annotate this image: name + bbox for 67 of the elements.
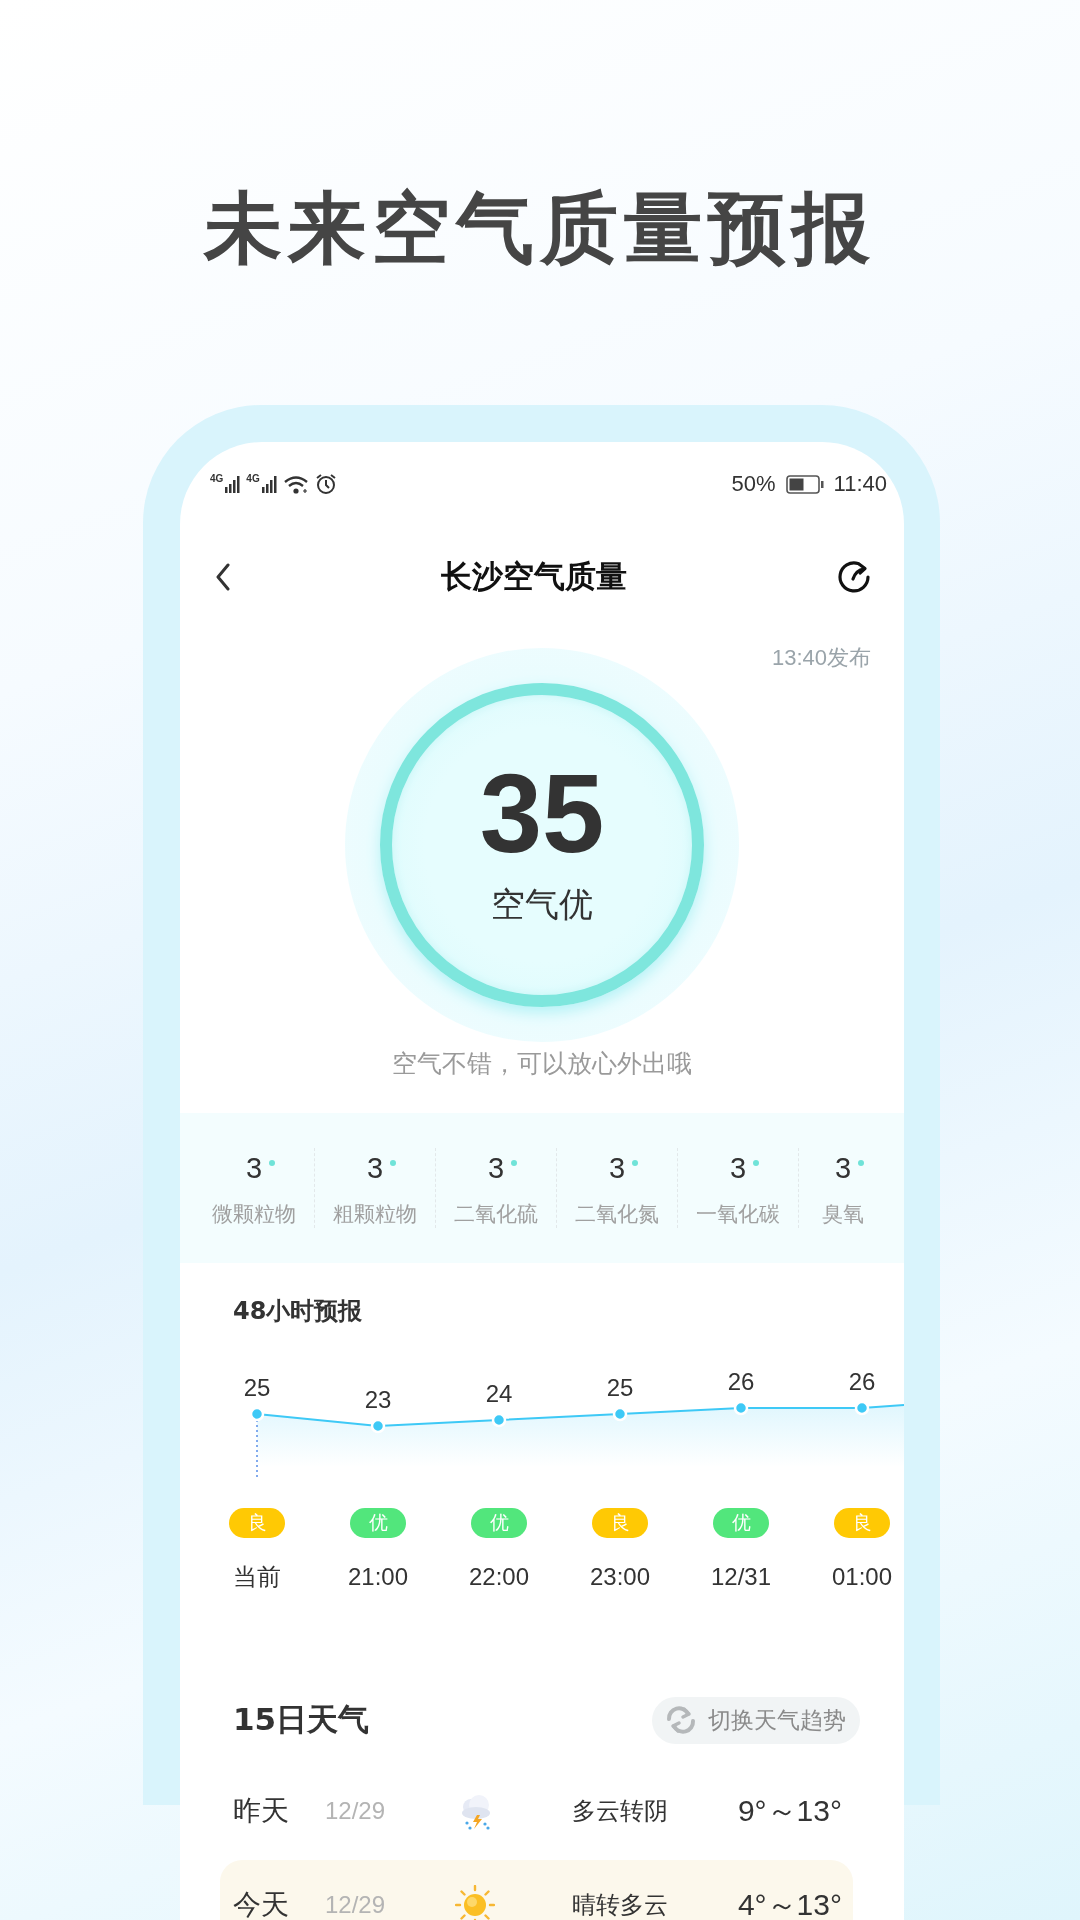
status-time: 11:40 xyxy=(833,471,887,497)
sun-icon xyxy=(455,1885,495,1920)
aqi-value: 35 xyxy=(479,754,605,874)
selected-day-row[interactable]: 今天 12/29 晴转多云 4°～13° xyxy=(220,1860,853,1920)
day-row[interactable]: 昨天 12/29 多云转阴 9°～13° xyxy=(220,1766,853,1856)
advice-text: 空气不错，可以放心外出哦 xyxy=(392,1048,692,1080)
battery-percentage: 50% xyxy=(731,471,776,497)
pollutant-name: 二氧化硫 xyxy=(454,1201,538,1228)
aqi-level: 空气优 xyxy=(491,883,593,926)
grade-badge: 良 xyxy=(834,1508,890,1538)
grade-badge: 优 xyxy=(350,1508,406,1538)
headline: 未来空气质量预报 xyxy=(202,182,877,275)
wifi-icon xyxy=(282,473,309,495)
current-marker-line xyxy=(256,1419,258,1478)
publish-time: 13:40发布 xyxy=(771,644,871,672)
temperature-range: 9°～13° xyxy=(737,1792,842,1829)
data-point xyxy=(491,1412,507,1428)
switch-icon xyxy=(664,1705,698,1735)
time-label: 22:00 xyxy=(468,1562,530,1592)
pollutant-name: 二氧化氮 xyxy=(575,1201,659,1228)
pollutant-name: 粗颗粒物 xyxy=(333,1201,417,1228)
pollutant-value: 3 xyxy=(245,1151,263,1185)
data-label: 26 xyxy=(848,1368,876,1395)
grade-badge: 优 xyxy=(713,1508,769,1538)
signal-icon xyxy=(224,474,241,494)
pollutant-value: 3 xyxy=(608,1151,626,1185)
section-title: 15日天气 xyxy=(233,1700,370,1739)
data-point xyxy=(249,1406,265,1422)
weather-description: 多云转阴 xyxy=(571,1796,669,1827)
pollutant-name: 臭氧 xyxy=(822,1201,864,1228)
data-label: 25 xyxy=(606,1374,634,1401)
page-title: 长沙空气质量 xyxy=(440,557,628,596)
data-point xyxy=(370,1418,386,1434)
back-icon xyxy=(214,563,232,591)
signal-icon xyxy=(260,474,277,494)
alarm-icon xyxy=(314,473,337,495)
date-label: 12/29 xyxy=(325,1797,387,1825)
time-label: 01:00 xyxy=(831,1562,893,1592)
data-label: 25 xyxy=(243,1374,271,1401)
time-label: 21:00 xyxy=(347,1562,409,1592)
temperature-range: 4°～13° xyxy=(737,1886,842,1920)
grade-badge: 良 xyxy=(592,1508,648,1538)
day-label: 今天 xyxy=(233,1887,290,1920)
pollutant-value: 3 xyxy=(366,1151,384,1185)
time-label: 当前 xyxy=(233,1562,281,1592)
pollutant-value: 3 xyxy=(487,1151,505,1185)
section-title: 48小时预报 xyxy=(233,1296,364,1327)
data-point xyxy=(854,1400,870,1416)
data-label: 23 xyxy=(364,1386,392,1413)
grade-badge: 优 xyxy=(471,1508,527,1538)
data-label: 26 xyxy=(727,1368,755,1395)
time-label: 23:00 xyxy=(589,1562,651,1592)
time-label: 12/31 xyxy=(710,1562,772,1592)
weather-description: 晴转多云 xyxy=(571,1890,669,1920)
pollutant-name: 微颗粒物 xyxy=(212,1201,296,1228)
day-label: 昨天 xyxy=(233,1793,290,1829)
pollutant-name: 一氧化碳 xyxy=(696,1201,780,1228)
pollutant-value: 3 xyxy=(834,1151,852,1185)
network-type-label: 4G xyxy=(210,474,224,484)
data-label: 24 xyxy=(485,1380,513,1407)
date-label: 12/29 xyxy=(325,1891,387,1919)
data-point xyxy=(733,1400,749,1416)
network-type-label: 4G xyxy=(246,474,260,484)
pollutant-value: 3 xyxy=(729,1151,747,1185)
grade-badge: 良 xyxy=(229,1508,285,1538)
data-point xyxy=(612,1406,628,1422)
battery-icon xyxy=(785,474,824,494)
